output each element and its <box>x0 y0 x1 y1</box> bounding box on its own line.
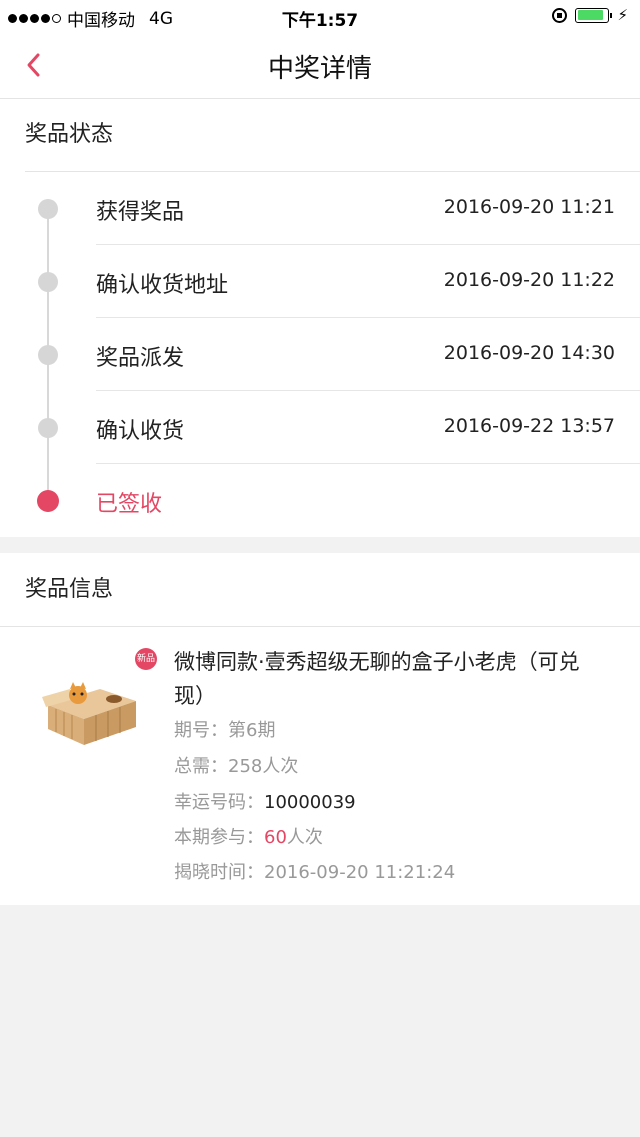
step-time: 2016-09-22 13:57 <box>443 415 615 437</box>
participation-label: 本期参与： <box>174 827 264 848</box>
participation-count: 60 <box>264 827 287 848</box>
prize-status-section: 奖品状态 获得奖品 2016-09-20 11:21 确认收货地址 2016-0… <box>0 99 640 537</box>
total-label: 总需： <box>174 756 228 777</box>
page-title: 中奖详情 <box>267 54 372 84</box>
step-label: 确认收货地址 <box>96 273 229 298</box>
lucky-number-value: 10000039 <box>264 792 356 813</box>
new-product-badge: 新品 <box>135 648 157 670</box>
step-label: 确认收货 <box>96 419 185 444</box>
total-row: 总需：258人次 <box>174 752 298 778</box>
timeline-step: 确认收货 2016-09-22 13:57 <box>0 391 640 464</box>
total-value: 258人次 <box>228 756 299 777</box>
timeline-step: 确认收货地址 2016-09-20 11:22 <box>0 245 640 318</box>
timeline-step: 奖品派发 2016-09-20 14:30 <box>0 318 640 391</box>
section-divider <box>0 537 640 553</box>
timeline-dot <box>38 345 58 365</box>
timeline-dot <box>38 199 58 219</box>
status-right: ⚡ <box>552 6 628 24</box>
timeline-dot-active <box>37 490 59 512</box>
prize-info-header: 奖品信息 <box>0 553 640 627</box>
timeline-step: 获得奖品 2016-09-20 11:21 <box>0 172 640 245</box>
prize-image <box>42 682 136 745</box>
participation-row: 本期参与：60人次 <box>174 823 323 849</box>
period-value: 第6期 <box>228 720 276 741</box>
status-timeline: 获得奖品 2016-09-20 11:21 确认收货地址 2016-09-20 … <box>0 172 640 537</box>
lucky-number-row: 幸运号码：10000039 <box>174 788 356 814</box>
timeline-dot <box>38 272 58 292</box>
step-time: 2016-09-20 11:21 <box>443 196 615 218</box>
battery-icon <box>575 7 613 23</box>
reveal-time-label: 揭晓时间： <box>174 862 264 883</box>
participation-unit: 人次 <box>286 827 323 848</box>
step-time: 2016-09-20 14:30 <box>443 342 615 364</box>
lucky-number-label: 幸运号码： <box>174 792 264 813</box>
reveal-time-row: 揭晓时间：2016-09-20 11:21:24 <box>174 858 455 884</box>
prize-info-section: 奖品信息 新品 微博同款·壹秀超级无聊的盒子小老虎（可兑现） 期号：第6期 总需… <box>0 553 640 905</box>
step-label: 获得奖品 <box>96 200 185 225</box>
step-label: 已签收 <box>96 492 163 517</box>
period-row: 期号：第6期 <box>174 716 275 742</box>
nav-bar: 中奖详情 <box>0 34 640 99</box>
prize-title: 微博同款·壹秀超级无聊的盒子小老虎（可兑现） <box>174 650 580 708</box>
step-label: 奖品派发 <box>96 346 185 371</box>
timeline-step-current: 已签收 <box>0 464 640 537</box>
period-label: 期号： <box>174 720 228 741</box>
charging-icon: ⚡ <box>617 6 628 24</box>
rotation-lock-icon <box>552 7 568 23</box>
status-bar: 中国移动 4G 下午1:57 ⚡ <box>0 0 640 34</box>
step-time: 2016-09-20 11:22 <box>443 269 615 291</box>
reveal-time-value: 2016-09-20 11:21:24 <box>264 862 456 883</box>
prize-status-header: 奖品状态 <box>25 99 640 172</box>
timeline-dot <box>38 418 58 438</box>
status-time: 下午1:57 <box>281 11 359 31</box>
prize-card[interactable]: 新品 微博同款·壹秀超级无聊的盒子小老虎（可兑现） 期号：第6期 总需：258人… <box>0 627 640 905</box>
